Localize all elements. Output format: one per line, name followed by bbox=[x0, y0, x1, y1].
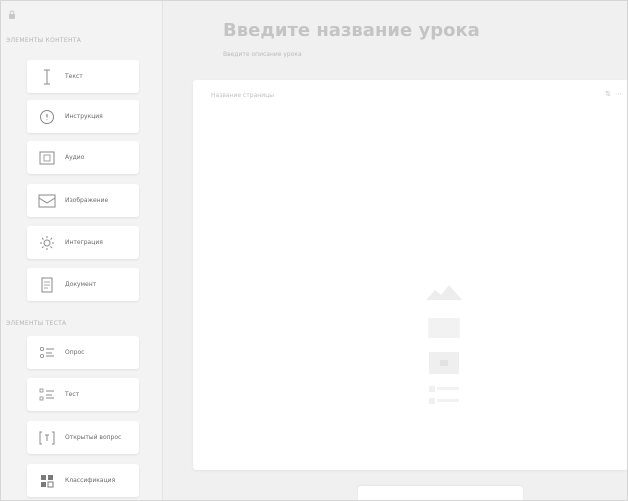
tool-integration[interactable]: Интеграция bbox=[27, 226, 139, 259]
tool-test[interactable]: Тест bbox=[27, 378, 139, 411]
info-circle-icon bbox=[37, 107, 57, 127]
tool-open-question[interactable]: Открытый вопрос bbox=[27, 421, 139, 454]
more-options-icon[interactable]: ⋯ bbox=[615, 90, 622, 98]
empty-page-illustration bbox=[426, 285, 462, 404]
page-name-input[interactable]: Название страницы bbox=[211, 92, 274, 99]
reorder-icon[interactable]: ⇅ bbox=[605, 90, 611, 98]
tool-label: Открытый вопрос bbox=[65, 433, 122, 441]
tool-label: Инструкция bbox=[65, 112, 103, 120]
tool-label: Текст bbox=[65, 72, 83, 80]
text-cursor-icon bbox=[37, 67, 57, 87]
document-icon bbox=[37, 275, 57, 295]
image-icon bbox=[37, 191, 57, 211]
lock-icon[interactable] bbox=[8, 10, 16, 19]
tool-survey[interactable]: Опрос bbox=[27, 336, 139, 369]
add-page-tab[interactable] bbox=[358, 486, 523, 501]
tool-label: Изображение bbox=[65, 196, 109, 204]
open-question-icon bbox=[37, 428, 57, 448]
test-list-icon bbox=[37, 385, 57, 405]
classification-grid-icon bbox=[37, 471, 57, 491]
tool-image[interactable]: Изображение bbox=[27, 184, 139, 217]
tool-label: Аудио bbox=[65, 153, 85, 161]
integration-gear-icon bbox=[37, 233, 57, 253]
survey-list-icon bbox=[37, 343, 57, 363]
tool-label: Классификация bbox=[65, 476, 116, 484]
tool-audio[interactable]: Аудио bbox=[27, 141, 139, 174]
editor-area: Введите название урока Введите описание … bbox=[163, 0, 628, 501]
page-card: Название страницы ⇅ ⋯ bbox=[193, 80, 628, 470]
section-label-content: Элементы контента bbox=[6, 37, 82, 44]
lesson-title-input[interactable]: Введите название урока bbox=[223, 20, 480, 41]
tool-label: Документ bbox=[65, 280, 97, 288]
section-label-test: Элементы теста bbox=[6, 320, 67, 327]
lesson-description-input[interactable]: Введите описание урока bbox=[223, 51, 302, 58]
page-actions: ⇅ ⋯ bbox=[605, 90, 622, 98]
tool-label: Опрос bbox=[65, 348, 85, 356]
sidebar: Элементы контента Текст Инструкция Аудио… bbox=[0, 0, 163, 501]
tool-classification[interactable]: Классификация bbox=[27, 464, 139, 497]
audio-box-icon bbox=[37, 148, 57, 168]
tool-text[interactable]: Текст bbox=[27, 60, 139, 93]
tool-label: Интеграция bbox=[65, 238, 103, 246]
tool-document[interactable]: Документ bbox=[27, 268, 139, 301]
tool-instruction[interactable]: Инструкция bbox=[27, 100, 139, 133]
tool-label: Тест bbox=[65, 390, 80, 398]
